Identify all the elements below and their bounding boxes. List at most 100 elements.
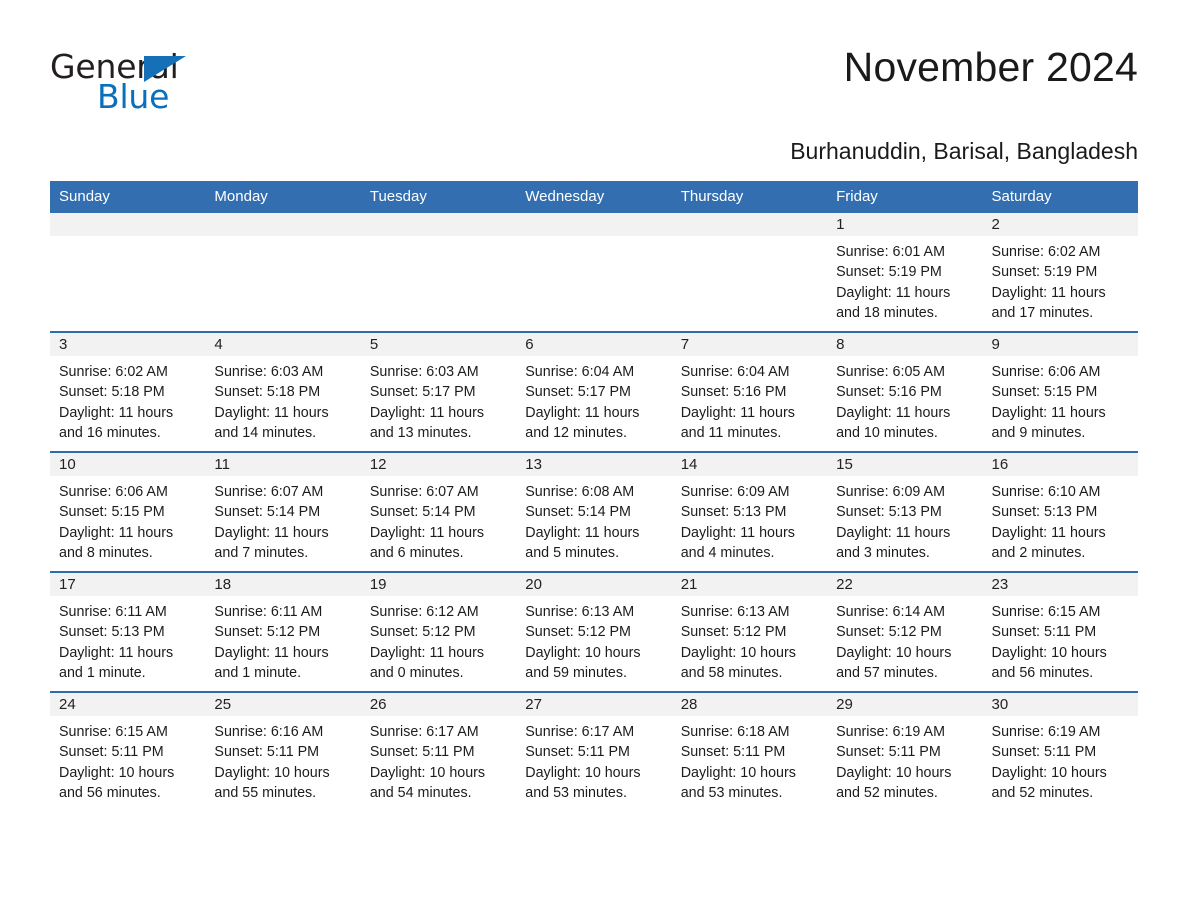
sunrise-time: Sunrise: 6:17 AM	[525, 724, 635, 740]
sunrise-time: Sunrise: 6:09 AM	[836, 484, 945, 500]
day-number	[671, 213, 828, 236]
calendar-day-cell[interactable]: 19 Sunrise: 6:12 AM Sunset: 5:12 PM Dayligh…	[360, 571, 517, 692]
day-details	[205, 236, 360, 242]
day-number: 9	[982, 333, 1138, 356]
calendar-day-cell[interactable]: 7 Sunrise: 6:04 AM Sunset: 5:16 PM Daylight…	[671, 331, 828, 452]
sunrise-time: Sunrise: 6:02 AM	[991, 244, 1101, 260]
calendar-day-cell[interactable]: 16 Sunrise: 6:10 AM Sunset: 5:13 PM Dayligh…	[982, 451, 1138, 572]
day-details: Sunrise: 6:04 AM Sunset: 5:16 PM Daylight:…	[672, 356, 827, 443]
calendar-day-cell[interactable]: 20 Sunrise: 6:13 AM Sunset: 5:12 PM Dayligh…	[516, 571, 672, 692]
calendar-day-cell[interactable]: 13 Sunrise: 6:08 AM Sunset: 5:14 PM Dayligh…	[516, 451, 672, 572]
day-details: Sunrise: 6:19 AM Sunset: 5:11 PM Daylight:…	[827, 716, 982, 803]
calendar-day-cell[interactable]: 12 Sunrise: 6:07 AM Sunset: 5:14 PM Dayligh…	[360, 451, 517, 572]
sunrise-time: Sunrise: 6:12 AM	[369, 604, 479, 620]
page-title: November 2024	[843, 44, 1138, 90]
calendar-day-cell-empty	[205, 213, 361, 332]
day-number: 25	[205, 693, 361, 716]
calendar-day-cell[interactable]: 5 Sunrise: 6:03 AM Sunset: 5:17 PM Daylight…	[360, 331, 517, 452]
calendar-day-cell[interactable]: 22 Sunrise: 6:14 AM Sunset: 5:12 PM Dayligh…	[827, 571, 983, 692]
sunrise-time: Sunrise: 6:15 AM	[59, 724, 168, 740]
sunset-time: Sunset: 5:11 PM	[991, 744, 1097, 761]
daylight-duration: Daylight: 10 hours	[991, 764, 1107, 781]
calendar-day-cell[interactable]: 24 Sunrise: 6:15 AM Sunset: 5:11 PM Dayligh…	[50, 691, 206, 811]
daylight-duration: Daylight: 11 hours	[991, 404, 1106, 421]
sunrise-time: Sunrise: 6:11 AM	[59, 604, 167, 620]
daylight-duration-cont: and 55 minutes.	[214, 784, 317, 801]
daylight-duration-cont: and 7 minutes.	[214, 544, 309, 561]
daylight-duration-cont: and 56 minutes.	[991, 664, 1094, 681]
calendar-day-cell[interactable]: 8 Sunrise: 6:05 AM Sunset: 5:16 PM Daylight…	[827, 331, 983, 452]
calendar-day-cell[interactable]: 4 Sunrise: 6:03 AM Sunset: 5:18 PM Daylight…	[205, 331, 361, 452]
calendar-day-cell[interactable]: 23 Sunrise: 6:15 AM Sunset: 5:11 PM Dayligh…	[982, 571, 1138, 692]
calendar-day-cell[interactable]: 9 Sunrise: 6:06 AM Sunset: 5:15 PM Daylight…	[982, 331, 1138, 452]
weekday-header-wednesday: Wednesday	[516, 181, 672, 213]
calendar-day-cell[interactable]: 27 Sunrise: 6:17 AM Sunset: 5:11 PM Dayligh…	[516, 691, 672, 811]
daylight-duration: Daylight: 11 hours	[369, 404, 485, 421]
sunrise-time: Sunrise: 6:19 AM	[991, 724, 1101, 740]
day-details: Sunrise: 6:18 AM Sunset: 5:11 PM Daylight:…	[672, 716, 827, 803]
daylight-duration: Daylight: 11 hours	[369, 644, 485, 661]
sunset-time: Sunset: 5:17 PM	[369, 384, 476, 401]
calendar-day-cell[interactable]: 14 Sunrise: 6:09 AM Sunset: 5:13 PM Dayligh…	[671, 451, 828, 572]
day-number: 14	[671, 453, 828, 476]
generalblue-logo[interactable]: General Blue	[50, 44, 202, 116]
sunrise-time: Sunrise: 6:13 AM	[680, 604, 790, 620]
calendar-day-cell[interactable]: 17 Sunrise: 6:11 AM Sunset: 5:13 PM Dayligh…	[50, 571, 206, 692]
calendar-day-cell[interactable]: 18 Sunrise: 6:11 AM Sunset: 5:12 PM Dayligh…	[205, 571, 361, 692]
day-details	[361, 236, 516, 242]
daylight-duration-cont: and 57 minutes.	[836, 664, 938, 681]
sunset-time: Sunset: 5:18 PM	[59, 384, 165, 401]
sunrise-time: Sunrise: 6:11 AM	[214, 604, 323, 620]
calendar-day-cell[interactable]: 10 Sunrise: 6:06 AM Sunset: 5:15 PM Dayligh…	[50, 451, 206, 572]
sunset-time: Sunset: 5:14 PM	[214, 504, 321, 521]
calendar-day-cell[interactable]: 15 Sunrise: 6:09 AM Sunset: 5:13 PM Dayligh…	[827, 451, 983, 572]
daylight-duration-cont: and 4 minutes.	[680, 544, 775, 561]
calendar-header-row: Sunday Monday Tuesday Wednesday Thursday Frid…	[50, 181, 1138, 213]
daylight-duration: Daylight: 10 hours	[836, 764, 952, 781]
calendar-day-cell-empty	[360, 213, 517, 332]
daylight-duration: Daylight: 10 hours	[836, 644, 952, 661]
sunset-time: Sunset: 5:12 PM	[369, 624, 476, 641]
sunset-time: Sunset: 5:19 PM	[991, 264, 1098, 281]
sunset-time: Sunset: 5:11 PM	[991, 624, 1097, 641]
calendar-day-cell[interactable]: 11 Sunrise: 6:07 AM Sunset: 5:14 PM Dayligh…	[205, 451, 361, 572]
daylight-duration-cont: and 54 minutes.	[369, 784, 472, 801]
sunrise-time: Sunrise: 6:13 AM	[525, 604, 635, 620]
daylight-duration: Daylight: 11 hours	[991, 524, 1106, 541]
daylight-duration-cont: and 56 minutes.	[59, 784, 161, 801]
day-number: 18	[205, 573, 361, 596]
calendar-day-cell[interactable]: 21 Sunrise: 6:13 AM Sunset: 5:12 PM Dayligh…	[671, 571, 828, 692]
daylight-duration: Daylight: 11 hours	[59, 644, 174, 661]
sunrise-time: Sunrise: 6:18 AM	[680, 724, 790, 740]
daylight-duration-cont: and 2 minutes.	[991, 544, 1086, 561]
weekday-header-saturday: Saturday	[982, 181, 1138, 213]
calendar-week-row: 10 Sunrise: 6:06 AM Sunset: 5:15 PM Dayligh…	[50, 451, 1138, 572]
daylight-duration-cont: and 11 minutes.	[680, 424, 782, 441]
calendar-day-cell[interactable]: 6 Sunrise: 6:04 AM Sunset: 5:17 PM Daylight…	[516, 331, 672, 452]
sunset-time: Sunset: 5:14 PM	[525, 504, 631, 521]
sunrise-time: Sunrise: 6:03 AM	[214, 364, 324, 380]
calendar-day-cell[interactable]: 26 Sunrise: 6:17 AM Sunset: 5:11 PM Dayligh…	[360, 691, 517, 811]
calendar-day-cell[interactable]: 1 Sunrise: 6:01 AM Sunset: 5:19 PM Daylight…	[827, 213, 983, 332]
calendar-day-cell[interactable]: 2 Sunrise: 6:02 AM Sunset: 5:19 PM Daylight…	[982, 213, 1138, 332]
daylight-duration-cont: and 1 minute.	[214, 664, 302, 681]
day-details: Sunrise: 6:09 AM Sunset: 5:13 PM Daylight:…	[672, 476, 827, 563]
day-details	[50, 236, 205, 242]
sunset-time: Sunset: 5:11 PM	[836, 744, 941, 761]
day-number: 15	[827, 453, 983, 476]
logo-text-blue: Blue	[97, 77, 170, 116]
day-number: 26	[360, 693, 517, 716]
day-number: 22	[827, 573, 983, 596]
day-details: Sunrise: 6:14 AM Sunset: 5:12 PM Daylight:…	[827, 596, 982, 683]
page-header: General Blue November 2024	[50, 0, 1138, 122]
calendar-week-row: 3 Sunrise: 6:02 AM Sunset: 5:18 PM Daylight…	[50, 331, 1138, 452]
calendar-day-cell[interactable]: 28 Sunrise: 6:18 AM Sunset: 5:11 PM Dayligh…	[671, 691, 828, 811]
calendar-day-cell[interactable]: 25 Sunrise: 6:16 AM Sunset: 5:11 PM Dayligh…	[205, 691, 361, 811]
day-details: Sunrise: 6:13 AM Sunset: 5:12 PM Daylight:…	[516, 596, 671, 683]
calendar-table: Sunday Monday Tuesday Wednesday Thursday Frid…	[50, 181, 1138, 811]
calendar-day-cell[interactable]: 29 Sunrise: 6:19 AM Sunset: 5:11 PM Dayligh…	[827, 691, 983, 811]
calendar-day-cell[interactable]: 3 Sunrise: 6:02 AM Sunset: 5:18 PM Daylight…	[50, 331, 206, 452]
sunset-time: Sunset: 5:14 PM	[369, 504, 476, 521]
calendar-day-cell[interactable]: 30 Sunrise: 6:19 AM Sunset: 5:11 PM Dayligh…	[982, 691, 1138, 811]
sunrise-time: Sunrise: 6:19 AM	[836, 724, 945, 740]
